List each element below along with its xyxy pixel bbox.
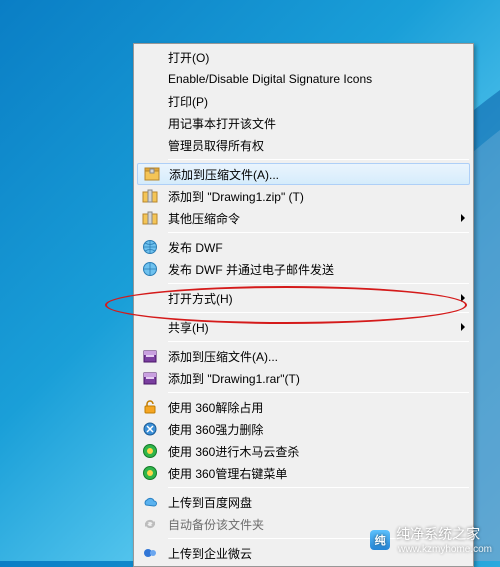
menu-item-360-unlock[interactable]: 使用 360解除占用 (136, 396, 471, 418)
menu-item-share[interactable]: 共享(H) (136, 316, 471, 338)
menu-item-add-to-zip[interactable]: 添加到 "Drawing1.zip" (T) (136, 185, 471, 207)
menu-label: 使用 360强力删除 (168, 421, 263, 438)
menu-label: 自动备份该文件夹 (168, 516, 264, 533)
menu-item-winrar-add-rar[interactable]: 添加到 "Drawing1.rar"(T) (136, 367, 471, 389)
submenu-arrow-icon (461, 323, 465, 331)
menu-label: 共享(H) (168, 319, 209, 336)
menu-item-360-manage-menu[interactable]: 使用 360管理右键菜单 (136, 462, 471, 484)
unlock-icon (142, 399, 158, 415)
menu-label: 管理员取得所有权 (168, 137, 264, 154)
sync-icon (142, 516, 158, 532)
menu-item-publish-dwf-email[interactable]: 发布 DWF 并通过电子邮件发送 (136, 258, 471, 280)
menu-label: Enable/Disable Digital Signature Icons (168, 72, 372, 86)
menu-label: 发布 DWF (168, 239, 223, 256)
360-icon (142, 465, 158, 481)
menu-label: 打开方式(H) (168, 290, 233, 307)
menu-item-take-ownership[interactable]: 管理员取得所有权 (136, 134, 471, 156)
menu-label: 添加到压缩文件(A)... (168, 348, 278, 365)
menu-separator (168, 232, 469, 233)
menu-item-upload-baidu[interactable]: 上传到百度网盘 (136, 491, 471, 513)
wecom-icon (142, 545, 158, 561)
menu-label: 添加到 "Drawing1.rar"(T) (168, 370, 300, 387)
menu-label: 其他压缩命令 (168, 210, 240, 227)
menu-item-360-force-delete[interactable]: 使用 360强力删除 (136, 418, 471, 440)
submenu-arrow-icon (461, 214, 465, 222)
menu-label: 用记事本打开该文件 (168, 115, 276, 132)
menu-label: 使用 360管理右键菜单 (168, 465, 287, 482)
menu-item-add-to-archive[interactable]: 添加到压缩文件(A)... (137, 163, 470, 185)
menu-item-publish-dwf[interactable]: 发布 DWF (136, 236, 471, 258)
menu-label: 使用 360解除占用 (168, 399, 263, 416)
menu-item-open[interactable]: 打开(O) (136, 46, 471, 68)
baidu-cloud-icon (142, 494, 158, 510)
menu-separator (168, 392, 469, 393)
submenu-arrow-icon (461, 294, 465, 302)
menu-item-360-trojan-scan[interactable]: 使用 360进行木马云查杀 (136, 440, 471, 462)
archive-icon (144, 166, 160, 182)
menu-separator (168, 312, 469, 313)
menu-separator (168, 341, 469, 342)
menu-item-print[interactable]: 打印(P) (136, 90, 471, 112)
watermark-title: 纯净系统之家 (396, 524, 492, 544)
globe-icon (142, 239, 158, 255)
menu-label: 添加到 "Drawing1.zip" (T) (168, 188, 304, 205)
menu-label: 打开(O) (168, 49, 209, 66)
winrar-icon (142, 370, 158, 386)
menu-label: 发布 DWF 并通过电子邮件发送 (168, 261, 334, 278)
zip-icon (142, 188, 158, 204)
360-icon (142, 443, 158, 459)
watermark-url: www.kzmyhome.com (398, 544, 492, 555)
menu-item-open-with-notepad[interactable]: 用记事本打开该文件 (136, 112, 471, 134)
menu-item-winrar-add[interactable]: 添加到压缩文件(A)... (136, 345, 471, 367)
menu-label: 上传到百度网盘 (168, 494, 252, 511)
context-menu: 打开(O) Enable/Disable Digital Signature I… (133, 43, 474, 567)
watermark-logo-icon: 纯 (370, 530, 390, 550)
menu-label: 打印(P) (168, 93, 208, 110)
watermark: 纯 纯净系统之家 www.kzmyhome.com (370, 524, 492, 555)
globe-icon (142, 261, 158, 277)
menu-item-signature[interactable]: Enable/Disable Digital Signature Icons (136, 68, 471, 90)
menu-item-other-compress[interactable]: 其他压缩命令 (136, 207, 471, 229)
menu-separator (168, 159, 469, 160)
menu-separator (168, 283, 469, 284)
menu-label: 添加到压缩文件(A)... (169, 166, 279, 183)
delete-icon (142, 421, 158, 437)
menu-item-open-with[interactable]: 打开方式(H) (136, 287, 471, 309)
menu-label: 使用 360进行木马云查杀 (168, 443, 299, 460)
winrar-icon (142, 348, 158, 364)
menu-label: 上传到企业微云 (168, 545, 252, 562)
menu-separator (168, 487, 469, 488)
zip-icon (142, 210, 158, 226)
